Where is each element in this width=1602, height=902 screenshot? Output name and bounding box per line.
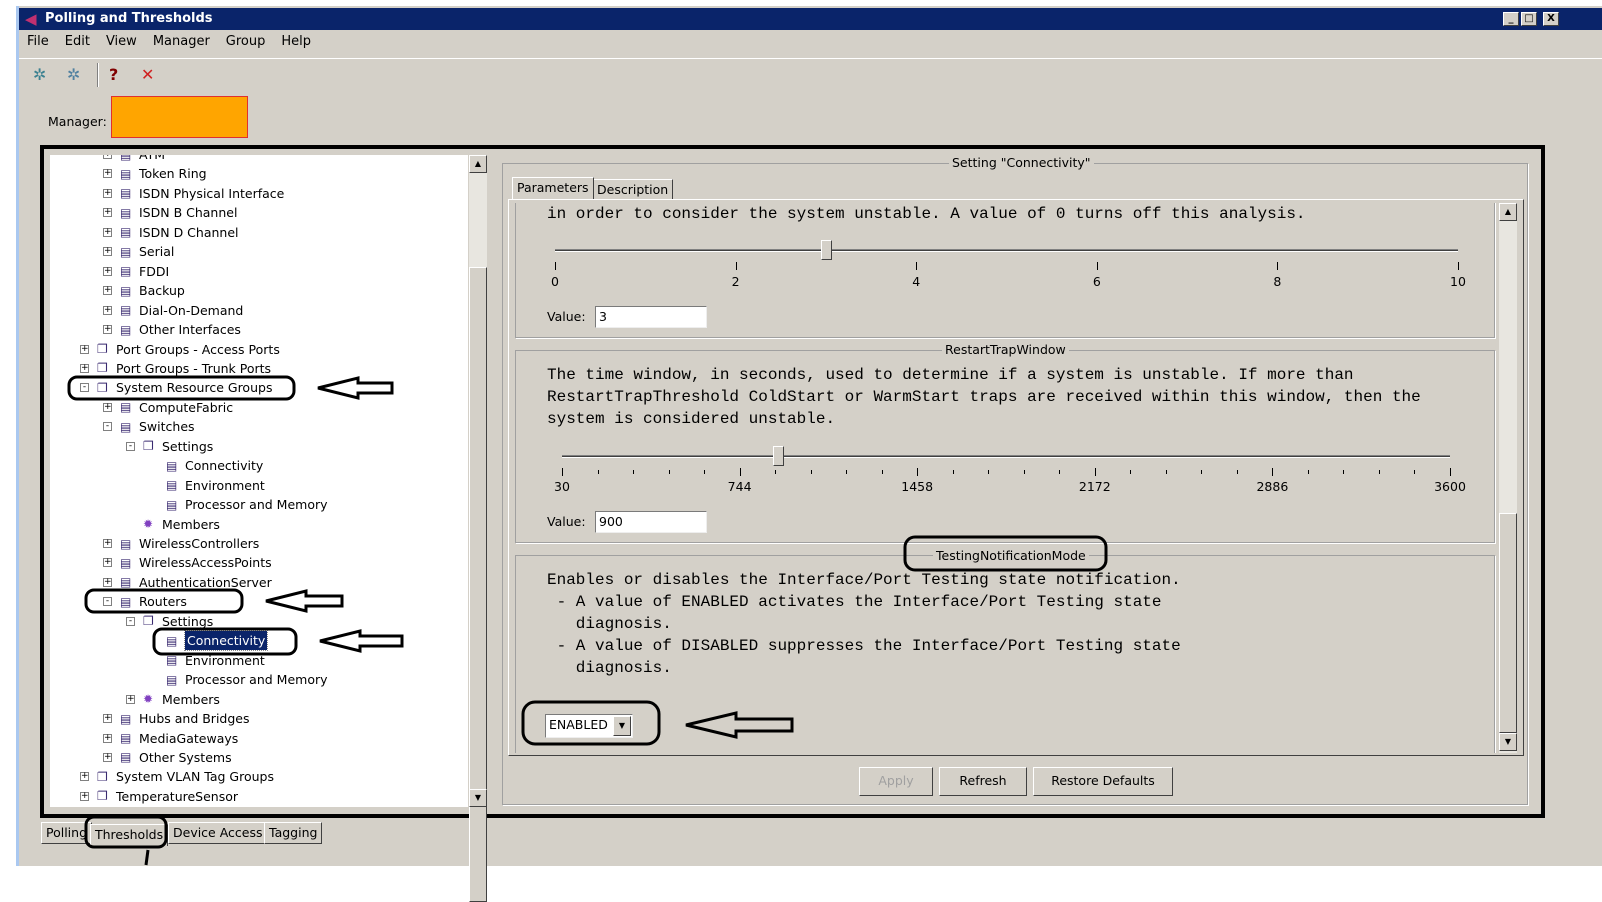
annotation-overlay: [67, 375, 1108, 866]
annotation-arrow: [265, 589, 344, 613]
annotation-circle: [67, 375, 296, 401]
annotation-arrow: [685, 711, 794, 739]
annotation-circle: [903, 535, 1108, 572]
annotation-circle: [84, 815, 168, 849]
annotation-circle: [521, 700, 661, 746]
annotation-arrow: [317, 376, 394, 400]
tab-parameters[interactable]: Parameters: [512, 177, 594, 199]
annotation-circle: [84, 588, 244, 614]
annotation-circle: [152, 627, 298, 656]
annotation-arrow: [319, 629, 404, 653]
